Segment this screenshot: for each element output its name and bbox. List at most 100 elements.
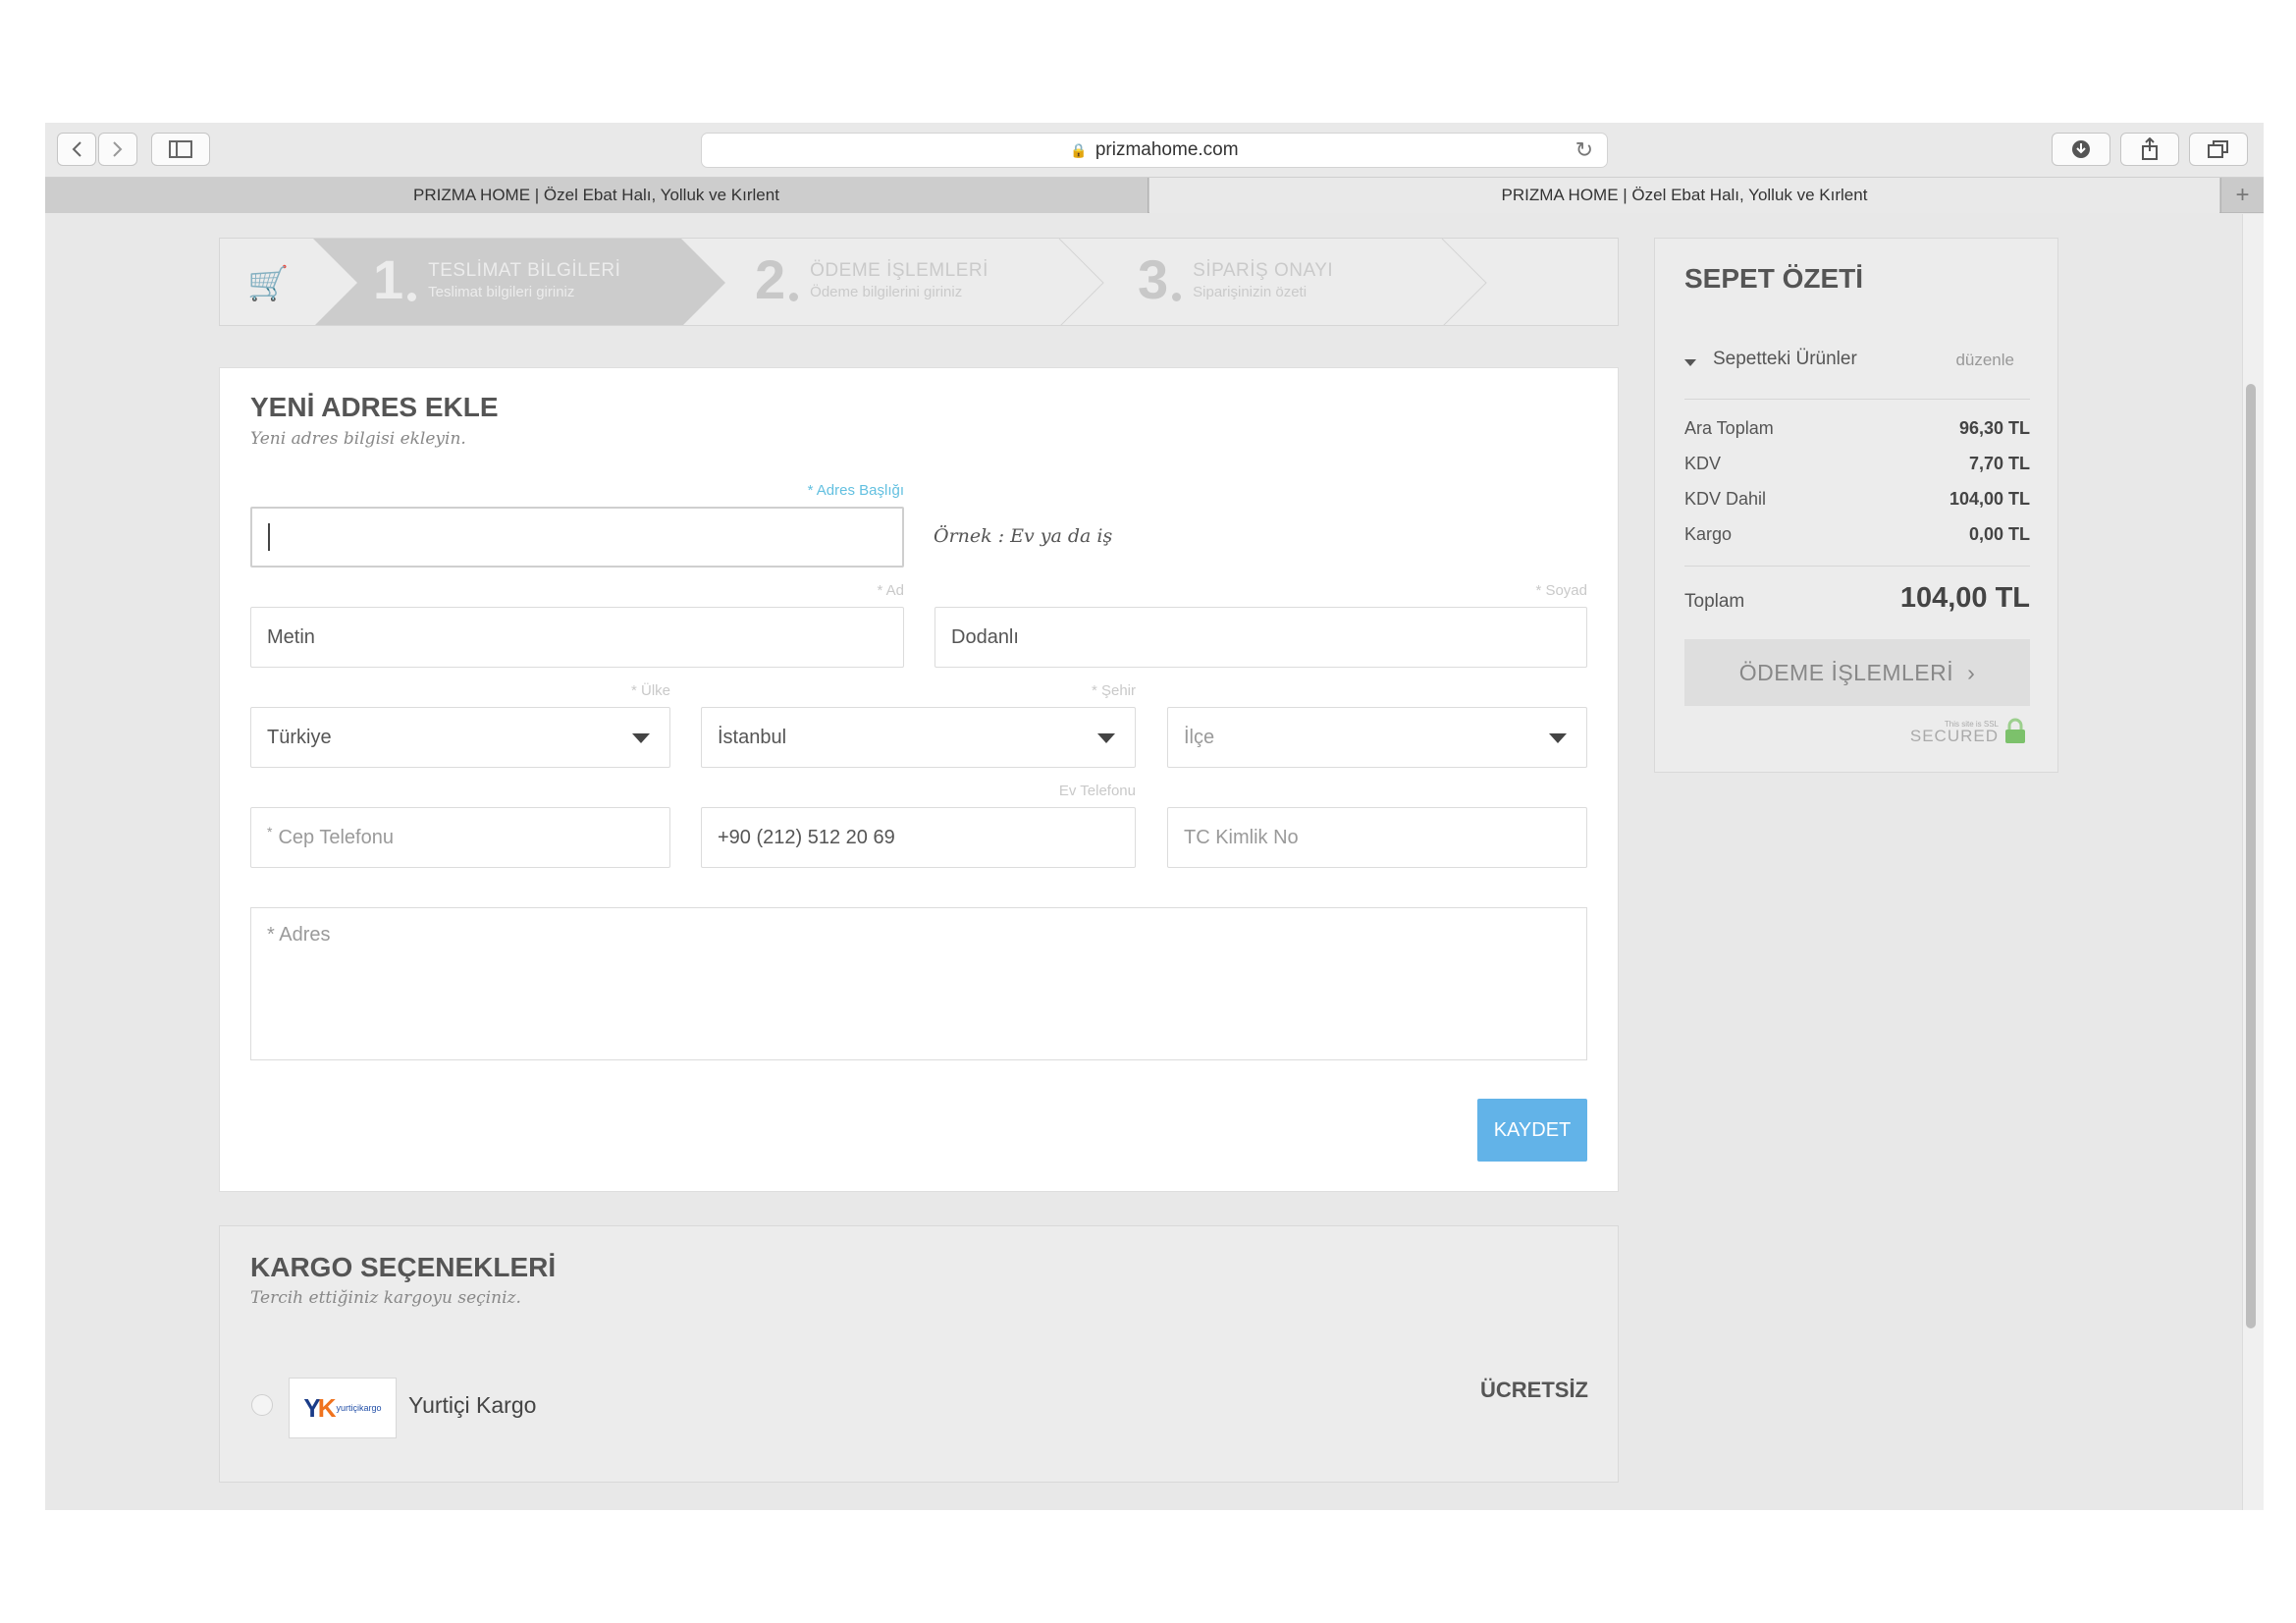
- row-label: Ara Toplam: [1684, 418, 1774, 438]
- step-subtitle: Ödeme bilgilerini giriniz: [810, 283, 963, 300]
- tab-bar: PRIZMA HOME | Özel Ebat Halı, Yolluk ve …: [45, 178, 2264, 213]
- ssl-big-text: SECURED: [1909, 726, 1999, 745]
- reload-icon[interactable]: ↻: [1575, 137, 1593, 163]
- caret-down-icon[interactable]: [1684, 359, 1696, 366]
- shipping-option-price: ÜCRETSİZ: [1480, 1378, 1588, 1402]
- step-subtitle: Siparişinizin özeti: [1193, 283, 1308, 300]
- home-phone-value: +90 (212) 512 20 69: [718, 826, 895, 848]
- shipping-options-card: KARGO SEÇENEKLERİ Tercih ettiğiniz kargo…: [219, 1225, 1619, 1483]
- summary-row-shipping: Kargo 0,00 TL: [1684, 524, 2030, 545]
- step-dot: [789, 292, 799, 301]
- chevron-left-icon: [72, 141, 81, 157]
- last-name-field[interactable]: Dodanlı: [934, 607, 1587, 668]
- district-placeholder: İlçe: [1184, 726, 1215, 748]
- row-value: 96,30 TL: [1958, 418, 2030, 438]
- padlock-icon: [2005, 718, 2025, 743]
- chevron-right-icon: [113, 141, 123, 157]
- browser-toolbar: 🔒 prizmahome.com ↻: [45, 123, 2264, 178]
- district-select[interactable]: İlçe: [1167, 707, 1587, 768]
- cart-summary-panel: SEPET ÖZETİ Sepetteki Ürünler düzenle Ar…: [1654, 238, 2058, 773]
- first-name-label: * Ad: [877, 582, 904, 599]
- home-phone-label: Ev Telefonu: [1058, 783, 1136, 799]
- browser-window: 🔒 prizmahome.com ↻ PRIZMA HOME | Özel Eb…: [45, 123, 2264, 1510]
- proceed-to-payment-button[interactable]: ÖDEME İŞLEMLERİ ›: [1684, 639, 2030, 706]
- first-name-value: Metin: [267, 625, 315, 648]
- row-value: 7,70 TL: [1968, 454, 2030, 473]
- back-button[interactable]: [57, 133, 96, 166]
- tabs-overview-button[interactable]: [2189, 133, 2248, 166]
- first-name-field[interactable]: Metin: [250, 607, 904, 668]
- divider: [1684, 399, 2030, 400]
- shipping-radio[interactable]: [251, 1394, 273, 1416]
- share-icon: [2142, 137, 2158, 160]
- total-value: 104,00 TL: [1899, 582, 2030, 614]
- row-label: KDV: [1684, 454, 1722, 473]
- required-star: *: [267, 824, 273, 839]
- address-placeholder: Adres: [279, 924, 331, 946]
- mobile-phone-placeholder: Cep Telefonu: [278, 826, 394, 848]
- row-label: KDV Dahil: [1684, 489, 1767, 509]
- row-value: 104,00 TL: [1949, 489, 2030, 509]
- address-textarea[interactable]: * Adres: [250, 907, 1587, 1060]
- summary-row-vat-included: KDV Dahil 104,00 TL: [1684, 489, 2030, 510]
- address-bar[interactable]: 🔒 prizmahome.com ↻: [701, 133, 1608, 168]
- yurtici-kargo-logo: YK yurtiçikargo: [289, 1378, 397, 1438]
- page-content: 🛒 1 TESLİMAT BİLGİLERİ Teslimat bilgiler…: [45, 214, 2264, 1510]
- step-delivery[interactable]: 1 TESLİMAT BİLGİLERİ Teslimat bilgileri …: [373, 250, 620, 309]
- forward-button[interactable]: [98, 133, 137, 166]
- scrollbar-thumb[interactable]: [2246, 384, 2256, 1328]
- tc-id-placeholder: TC Kimlik No: [1184, 826, 1299, 848]
- total-label: Toplam: [1684, 591, 1745, 612]
- browser-tab-1[interactable]: PRIZMA HOME | Özel Ebat Halı, Yolluk ve …: [45, 178, 1148, 213]
- yk-logo-text: yurtiçikargo: [336, 1403, 382, 1413]
- caret-down-icon: [1097, 733, 1115, 743]
- home-phone-field[interactable]: +90 (212) 512 20 69: [701, 807, 1136, 868]
- download-icon: [2072, 140, 2090, 158]
- lock-icon: 🔒: [1070, 141, 1088, 158]
- caret-down-icon: [632, 733, 650, 743]
- sidebar-icon: [169, 140, 192, 158]
- city-select[interactable]: İstanbul: [701, 707, 1136, 768]
- pay-label: ÖDEME İŞLEMLERİ: [1738, 659, 1954, 685]
- new-tab-button[interactable]: +: [2220, 178, 2264, 213]
- required-star: *: [267, 924, 275, 946]
- step-confirmation[interactable]: 3 SİPARİŞ ONAYI Siparişinizin özeti: [1138, 250, 1333, 309]
- downloads-button[interactable]: [2052, 133, 2110, 166]
- browser-tab-2[interactable]: PRIZMA HOME | Özel Ebat Halı, Yolluk ve …: [1149, 178, 2219, 213]
- step-title: ÖDEME İŞLEMLERİ: [810, 259, 988, 281]
- address-form-subtitle: Yeni adres bilgisi ekleyin.: [250, 429, 466, 449]
- sidebar-toggle-button[interactable]: [151, 133, 210, 166]
- last-name-label: * Soyad: [1535, 582, 1587, 599]
- mobile-phone-field[interactable]: * Cep Telefonu: [250, 807, 670, 868]
- country-select[interactable]: Türkiye: [250, 707, 670, 768]
- new-address-card: YENİ ADRES EKLE Yeni adres bilgisi ekley…: [219, 367, 1619, 1192]
- step-title: TESLİMAT BİLGİLERİ: [428, 259, 621, 281]
- row-value: 0,00 TL: [1968, 524, 2030, 544]
- share-button[interactable]: [2120, 133, 2179, 166]
- address-title-input[interactable]: [250, 507, 904, 568]
- step-payment[interactable]: 2 ÖDEME İŞLEMLERİ Ödeme bilgilerini giri…: [755, 250, 988, 309]
- summary-row-subtotal: Ara Toplam 96,30 TL: [1684, 418, 2030, 439]
- address-form-title: YENİ ADRES EKLE: [250, 392, 499, 422]
- shipping-title: KARGO SEÇENEKLERİ: [250, 1252, 557, 1282]
- last-name-value: Dodanlı: [951, 625, 1019, 648]
- step-dot: [1172, 292, 1182, 301]
- save-button[interactable]: KAYDET: [1477, 1099, 1587, 1162]
- shipping-option-name[interactable]: Yurtiçi Kargo: [408, 1392, 536, 1419]
- country-label: * Ülke: [630, 682, 670, 699]
- row-label: Kargo: [1684, 524, 1733, 544]
- step-number: 2: [755, 248, 786, 310]
- yk-logo-mark: YK: [303, 1392, 336, 1423]
- country-value: Türkiye: [267, 726, 332, 748]
- tc-id-field[interactable]: TC Kimlik No: [1167, 807, 1587, 868]
- edit-cart-link[interactable]: düzenle: [1955, 351, 2014, 370]
- checkout-steps: 🛒 1 TESLİMAT BİLGİLERİ Teslimat bilgiler…: [219, 238, 1619, 326]
- step-subtitle: Teslimat bilgileri giriniz: [428, 283, 575, 300]
- url-text: prizmahome.com: [1095, 139, 1239, 160]
- step-number: 3: [1138, 248, 1169, 310]
- cart-items-toggle[interactable]: Sepetteki Ürünler: [1713, 349, 1857, 370]
- step-dot: [407, 292, 417, 301]
- ssl-secured-badge: This site is SSL SECURED: [1910, 718, 2028, 745]
- shipping-subtitle: Tercih ettiğiniz kargoyu seçiniz.: [250, 1288, 521, 1308]
- chevron-right-icon: ›: [1967, 659, 1976, 685]
